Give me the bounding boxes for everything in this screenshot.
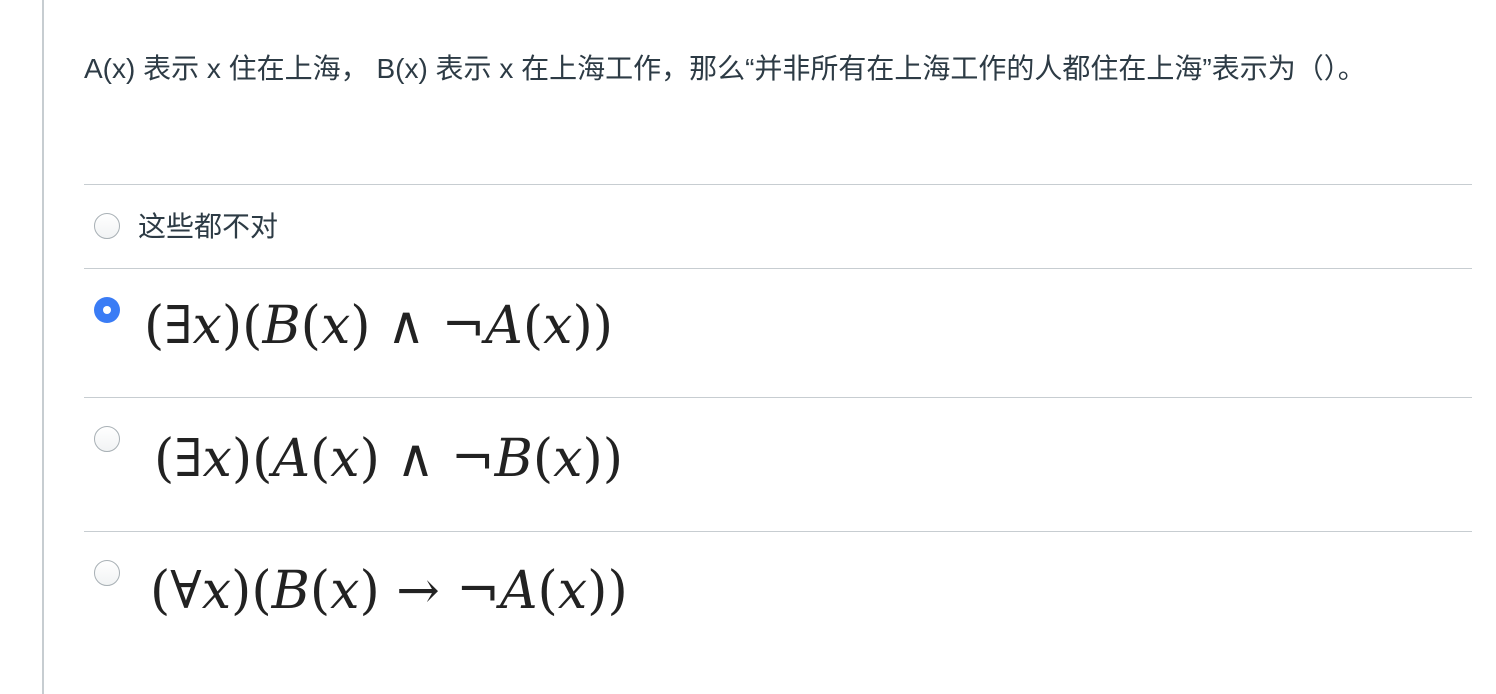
- radio-button-selected[interactable]: [94, 297, 120, 323]
- radio-button[interactable]: [94, 213, 120, 239]
- answer-option[interactable]: 这些都不对: [84, 184, 1472, 268]
- left-border-rule: [42, 0, 44, 694]
- radio-button[interactable]: [94, 560, 120, 586]
- answer-formula: (∀x)(B(x) → ¬A(x)): [150, 561, 628, 621]
- answer-formula: (∃x)(A(x) ∧ ¬B(x)): [154, 429, 624, 489]
- question-text: A(x) 表示 x 住在上海， B(x) 表示 x 在上海工作，那么“并非所有在…: [84, 53, 1366, 84]
- answer-label: 这些都不对: [138, 211, 279, 242]
- radio-button[interactable]: [94, 426, 120, 452]
- answer-formula: (∃x)(B(x) ∧ ¬A(x)): [144, 296, 614, 356]
- answer-option[interactable]: (∃x)(B(x) ∧ ¬A(x)): [84, 268, 1472, 397]
- answer-option[interactable]: (∃x)(A(x) ∧ ¬B(x)): [84, 397, 1472, 531]
- answer-list: 这些都不对 (∃x)(B(x) ∧ ¬A(x)) (∃x)(A(x) ∧ ¬B(…: [84, 184, 1472, 691]
- answer-option[interactable]: (∀x)(B(x) → ¬A(x)): [84, 531, 1472, 691]
